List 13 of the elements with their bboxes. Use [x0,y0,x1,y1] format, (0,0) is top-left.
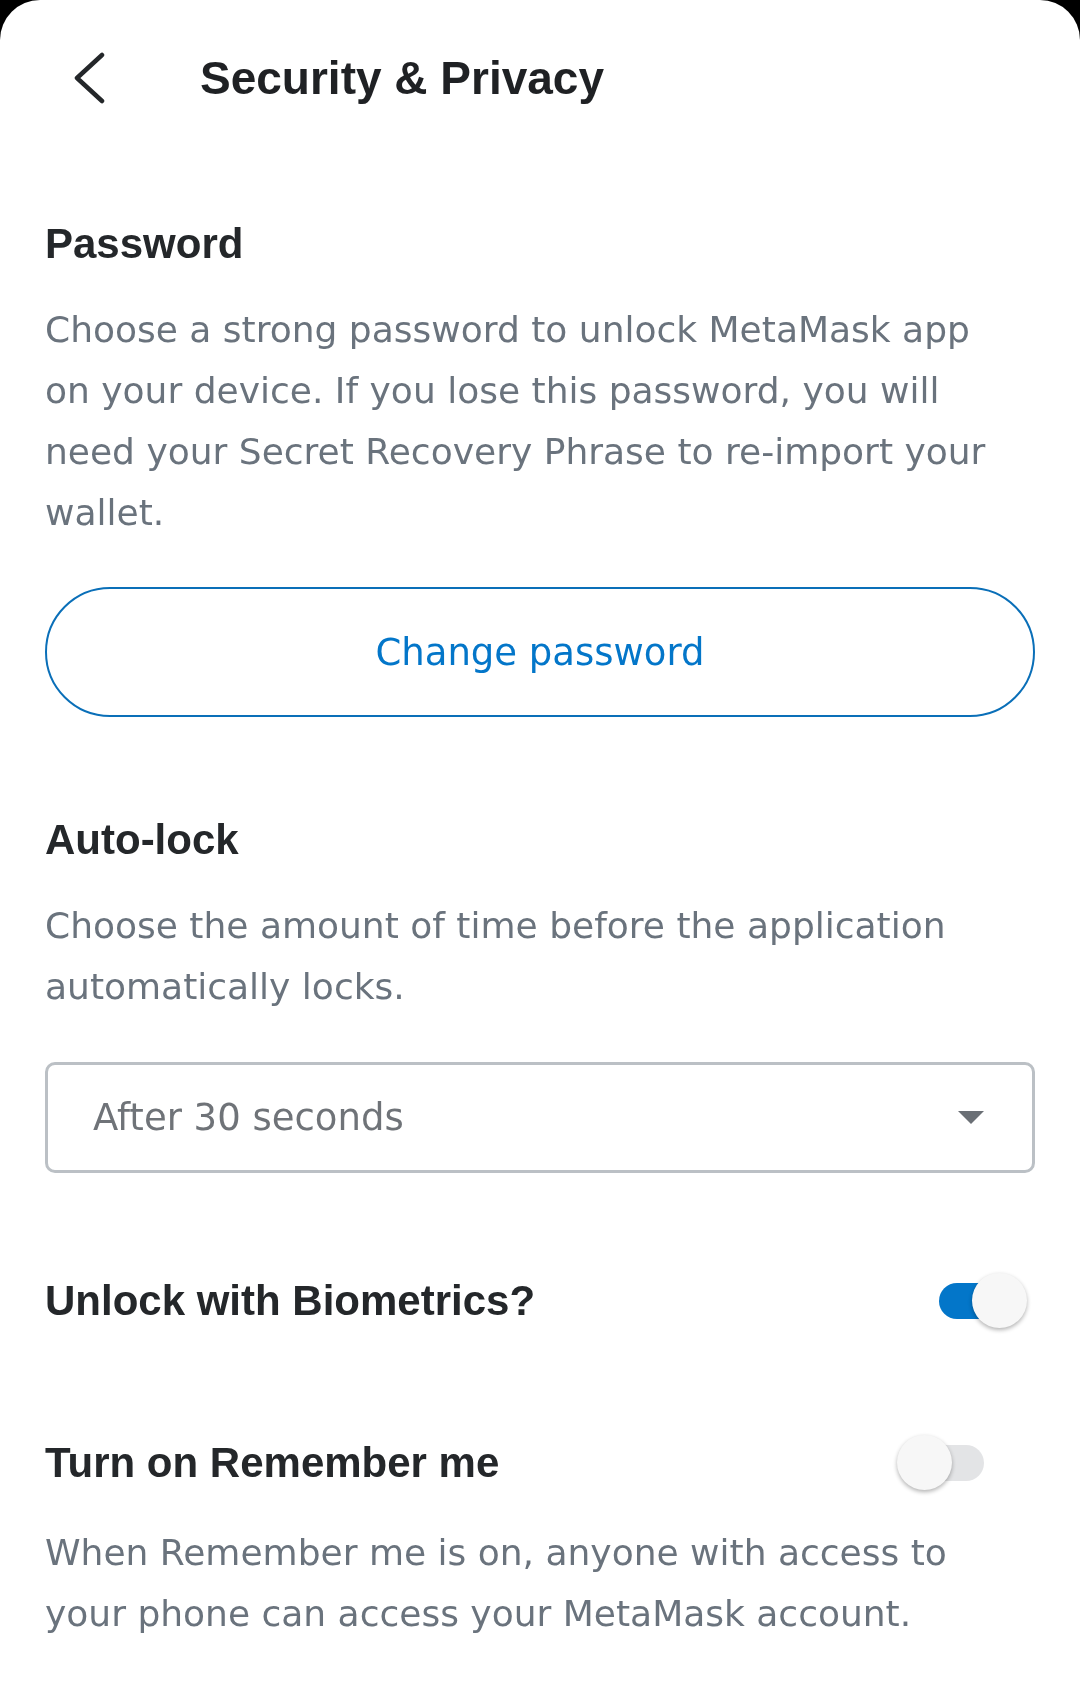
dropdown-value: After 30 seconds [93,1096,405,1139]
caret-icon [958,1111,984,1124]
auto-lock-dropdown[interactable]: After 30 seconds [45,1062,1035,1173]
back-icon[interactable] [72,51,106,104]
section-heading: Auto-lock [45,816,240,864]
page-title: Security & Privacy [200,50,604,106]
section-heading: Password [45,220,245,268]
toggle-description: When Remember me is on, anyone with access to your phone can access your MetaMask account. [45,1531,948,1636]
toggle-label: Turn on Remember me [45,1439,501,1487]
section-description: Choose a strong password to unlock MetaMask app on your device. If you lose this password, you will need your Secret Recovery Phrase to re-import your wallet. [45,308,987,535]
change-password-button[interactable]: Change password [45,587,1035,717]
section-description: Choose the amount of time before the application automatically locks. [45,904,947,1009]
toggle-label: Unlock with Biometrics? [45,1277,537,1325]
